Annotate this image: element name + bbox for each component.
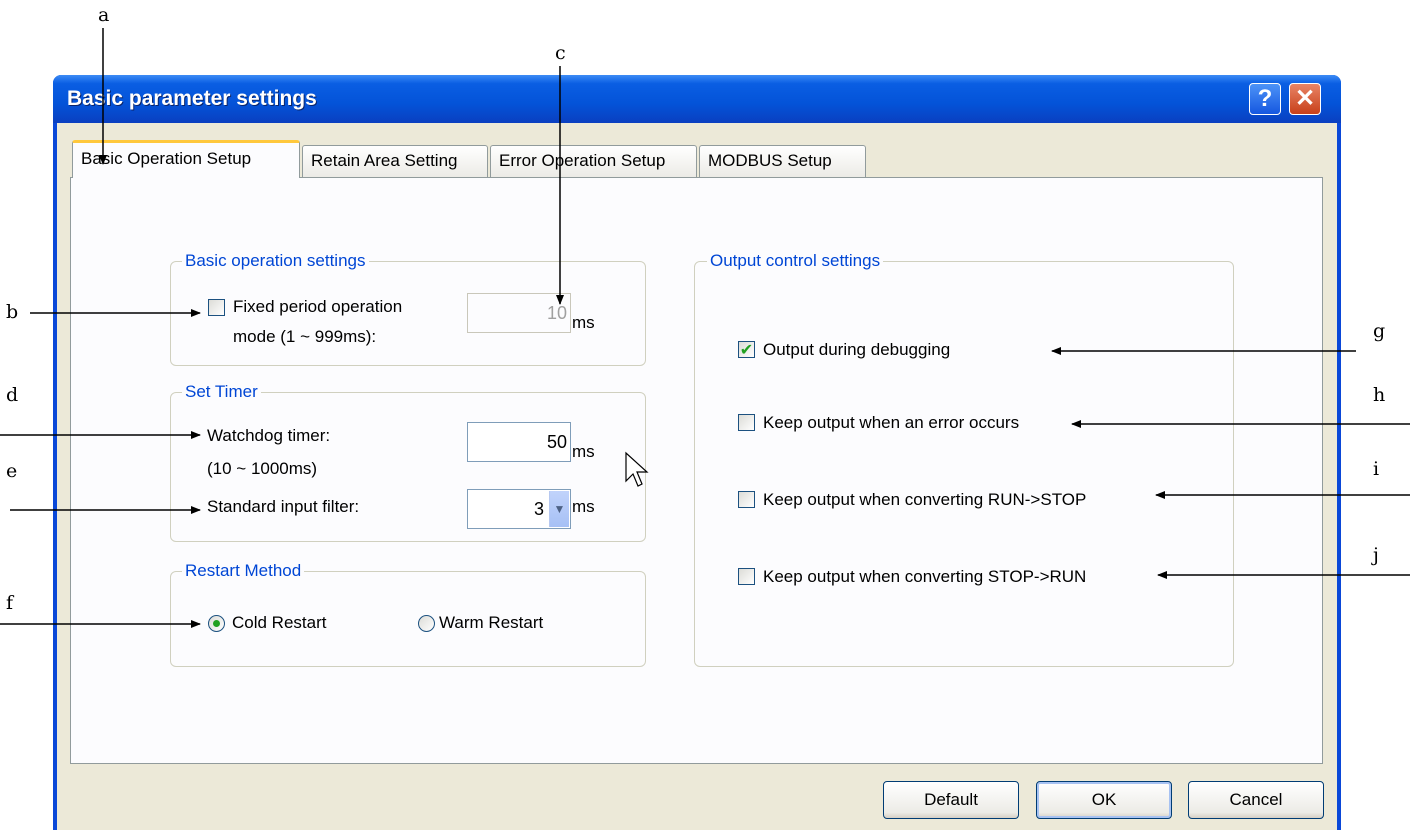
close-icon: ✕ — [1294, 85, 1316, 112]
keep-output-stop-run-label: Keep output when converting STOP->RUN — [763, 567, 1087, 586]
input-filter-value: 3 — [533, 499, 544, 519]
tab-modbus-setup[interactable]: MODBUS Setup — [699, 145, 866, 177]
fixed-period-range-label: mode (1 ~ 999ms): — [233, 327, 377, 346]
warm-restart-label: Warm Restart — [439, 613, 544, 632]
fixed-period-input[interactable]: 10 — [467, 293, 571, 333]
basic-operation-legend: Basic operation settings — [182, 251, 369, 271]
default-button[interactable]: Default — [883, 781, 1019, 819]
help-button[interactable]: ? — [1249, 83, 1281, 115]
warm-restart-radio[interactable] — [418, 615, 435, 632]
fixed-period-unit: ms — [572, 313, 595, 332]
keep-output-run-stop-checkbox[interactable] — [738, 491, 755, 508]
fixed-period-label: Fixed period operation — [233, 297, 403, 316]
close-button[interactable]: ✕ — [1289, 83, 1321, 115]
watchdog-unit: ms — [572, 442, 595, 461]
keep-output-run-stop-label: Keep output when converting RUN->STOP — [763, 490, 1087, 509]
title-bar[interactable]: Basic parameter settings ? ✕ — [53, 75, 1341, 123]
tab-error-operation-setup[interactable]: Error Operation Setup — [490, 145, 697, 177]
callout-h: h — [1373, 384, 1386, 406]
callout-f: f — [6, 592, 14, 614]
cancel-button[interactable]: Cancel — [1188, 781, 1324, 819]
cold-restart-radio[interactable] — [208, 615, 225, 632]
window-title: Basic parameter settings — [67, 87, 317, 110]
input-filter-select[interactable]: 3 ▼ — [467, 489, 571, 529]
callout-i: i — [1373, 458, 1380, 480]
callout-g: g — [1373, 320, 1386, 342]
watchdog-label: Watchdog timer: — [207, 426, 331, 445]
callout-b: b — [6, 301, 19, 323]
dialog-client-area: Basic Operation Setup Retain Area Settin… — [57, 123, 1337, 830]
callout-e: e — [6, 460, 18, 482]
callout-c: c — [555, 42, 566, 64]
callout-d: d — [6, 384, 19, 406]
tab-basic-operation-setup[interactable]: Basic Operation Setup — [72, 140, 300, 178]
fixed-period-checkbox[interactable] — [208, 299, 225, 316]
checkmark-icon: ✔ — [739, 340, 754, 359]
set-timer-legend: Set Timer — [182, 382, 261, 402]
watchdog-input[interactable]: 50 — [467, 422, 571, 462]
tab-panel: Basic operation settings Fixed period op… — [70, 177, 1323, 764]
callout-j: j — [1373, 544, 1379, 566]
chevron-down-icon[interactable]: ▼ — [549, 491, 569, 527]
callout-a: a — [98, 4, 110, 26]
radio-selected-dot — [213, 620, 220, 627]
output-control-group — [694, 261, 1234, 667]
output-during-debugging-label: Output during debugging — [763, 340, 951, 359]
cold-restart-label: Cold Restart — [232, 613, 327, 632]
restart-method-legend: Restart Method — [182, 561, 305, 581]
watchdog-range-label: (10 ~ 1000ms) — [207, 459, 318, 478]
tab-retain-area-setting[interactable]: Retain Area Setting — [302, 145, 488, 177]
input-filter-label: Standard input filter: — [207, 497, 360, 516]
input-filter-unit: ms — [572, 497, 595, 516]
dialog-window: Basic parameter settings ? ✕ Basic Opera… — [53, 75, 1341, 830]
ok-button[interactable]: OK — [1036, 781, 1172, 819]
keep-output-error-checkbox[interactable] — [738, 414, 755, 431]
output-during-debugging-checkbox[interactable]: ✔ — [738, 341, 755, 358]
keep-output-error-label: Keep output when an error occurs — [763, 413, 1020, 432]
output-control-legend: Output control settings — [707, 251, 884, 271]
help-icon: ? — [1257, 85, 1273, 112]
keep-output-stop-run-checkbox[interactable] — [738, 568, 755, 585]
